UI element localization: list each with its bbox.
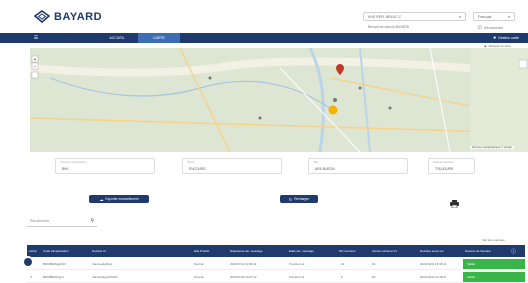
col-action[interactable]: Action: [29, 245, 37, 257]
fab-button[interactable]: [22, 256, 34, 268]
cell-code: BRVMBANjgnf1R: [43, 262, 66, 266]
field-statut-value: ENCOURS: [189, 167, 206, 171]
map[interactable]: + − Données cartographiques © Google: [30, 48, 528, 152]
refresh-label: Recharger: [294, 197, 310, 201]
account-select-value: KNS REFL BRLKC C: [368, 14, 402, 19]
status-badge: Validé: [463, 259, 525, 269]
menu-icon[interactable]: ☰: [30, 33, 42, 43]
search-input[interactable]: Rechercher ⚲: [27, 215, 97, 227]
logout-link[interactable]: ⏻ Déconnexion: [478, 25, 503, 31]
map-layers-button[interactable]: [518, 59, 528, 69]
cell-name: Vianneudgbhup: [92, 262, 113, 266]
search-icon: ⚲: [90, 217, 94, 224]
gestion-carte-link[interactable]: ● Gestion carte: [484, 33, 528, 43]
account-select[interactable]: KNS REFL BRLKC C ▾: [363, 12, 466, 21]
field-date-value: TOUJOURS: [435, 167, 454, 171]
svg-text:−: −: [34, 64, 37, 70]
help-icon[interactable]: ⓘ: [511, 245, 516, 257]
cell-msg: Transfert ok: [289, 275, 305, 279]
logo[interactable]: BAYARD: [34, 10, 102, 23]
col-vendeur[interactable]: Numéro de Vendeur: [465, 245, 491, 257]
cell-name: Vianneudyp3a7xb5t: [92, 275, 118, 279]
col-version[interactable]: Version schema V1: [372, 245, 397, 257]
logout-label: Déconnexion: [483, 26, 504, 30]
account-subtext: Bienvenue dans le BAYARD: [368, 25, 410, 29]
status-badge: Validé: [463, 272, 525, 282]
navbar: ☰ ACCUEIL CARTE ● Gestion carte: [0, 33, 528, 43]
cell-code: BRVMBAN4ypm: [43, 275, 65, 279]
nav-item-accueil[interactable]: ACCUEIL: [98, 33, 136, 43]
export-button[interactable]: ☁ Exporter manuellement: [89, 195, 149, 203]
refresh-button[interactable]: ↻ Recharger: [280, 195, 318, 203]
cell-etat: Normal: [194, 275, 204, 279]
cell-last: 2022/10/11 15:18:21: [420, 262, 447, 266]
chevron-down-icon: ▾: [459, 14, 461, 19]
table-row[interactable]: ✎ BRVMBAN4ypm Vianneudyp3a7xb5t Normal 2…: [27, 271, 525, 283]
cloud-upload-icon: ☁: [99, 196, 104, 202]
map-attribution: Données cartographiques © Google: [470, 146, 514, 149]
svg-text:+: +: [34, 57, 37, 63]
edit-icon[interactable]: ✎: [30, 271, 32, 283]
language-select-value: Français: [478, 14, 492, 19]
header: BAYARD KNS REFL BRLKC C ▾ Bienvenue dans…: [0, 0, 528, 32]
logo-text: BAYARD: [54, 10, 103, 23]
field-date-label: Date de dernière: [433, 160, 454, 164]
cell-last: 2022/10/10 14:18:47: [420, 275, 447, 279]
field-implantation-value: BKK: [62, 167, 69, 171]
col-etat[interactable]: Etat Produit: [194, 245, 209, 257]
table-header: Action Code d'implantation Nombre Id Eta…: [27, 245, 525, 257]
chevron-down-icon: ▾: [508, 14, 510, 19]
fullscreen-button[interactable]: [31, 71, 39, 79]
export-label: Exporter manuellement: [105, 197, 139, 201]
cell-version: R1: [372, 275, 376, 279]
field-implantation-label: Nom de l'implantation: [60, 160, 87, 164]
cluster-marker-icon[interactable]: [328, 105, 338, 115]
nav-item-carte[interactable]: CARTE: [138, 33, 180, 43]
bayard-logo-icon: [34, 10, 50, 23]
cell-datetime: 2022/07/11 10:09:32: [230, 262, 257, 266]
cell-version: R1: [372, 262, 376, 266]
table-row[interactable]: ✎ BRVMBANjgnf1R Vianneudgbhup Normal 202…: [27, 258, 525, 270]
cell-nb: 6: [341, 275, 343, 279]
field-implantation[interactable]: Nom de l'implantation BKK: [55, 158, 155, 174]
map-canvas[interactable]: + −: [30, 48, 528, 152]
field-ville[interactable]: Ville ARS-BUEON: [308, 158, 408, 174]
columns-link[interactable]: Voir les colonnes: [482, 238, 505, 242]
search-placeholder: Rechercher: [30, 218, 50, 223]
print-icon[interactable]: [450, 195, 459, 209]
field-ville-label: Ville: [313, 160, 319, 164]
gestion-carte-label: Gestion carte: [498, 36, 519, 40]
info-icon: ●: [493, 35, 497, 41]
cell-nb: 41: [341, 262, 345, 266]
col-etats-msg[interactable]: Etats der. message: [289, 245, 314, 257]
col-code[interactable]: Code d'implantation: [43, 245, 68, 257]
refresh-icon: ↻: [288, 196, 293, 202]
col-nb-courriers[interactable]: Nb Courriers: [339, 245, 355, 257]
field-statut[interactable]: Statut ENCOURS: [182, 158, 282, 174]
col-datetime[interactable]: Date/heure der. message: [230, 245, 262, 257]
cell-msg: Transfert ok: [289, 262, 305, 266]
field-ville-value: ARS-BUEON: [315, 167, 335, 171]
col-derniere[interactable]: Dernière envoi sur: [420, 245, 444, 257]
col-nombre-id[interactable]: Nombre Id: [92, 245, 106, 257]
cell-datetime: 2022/07/09 10:07:12: [230, 275, 257, 279]
power-icon: ⏻: [478, 25, 482, 31]
language-select[interactable]: Français ▾: [473, 12, 515, 21]
field-statut-label: Statut: [187, 160, 195, 164]
filter-fields: Nom de l'implantation BKK Statut ENCOURS…: [55, 158, 475, 180]
cell-etat: Normal: [194, 262, 204, 266]
field-date[interactable]: Date de dernière TOUJOURS: [428, 158, 475, 174]
